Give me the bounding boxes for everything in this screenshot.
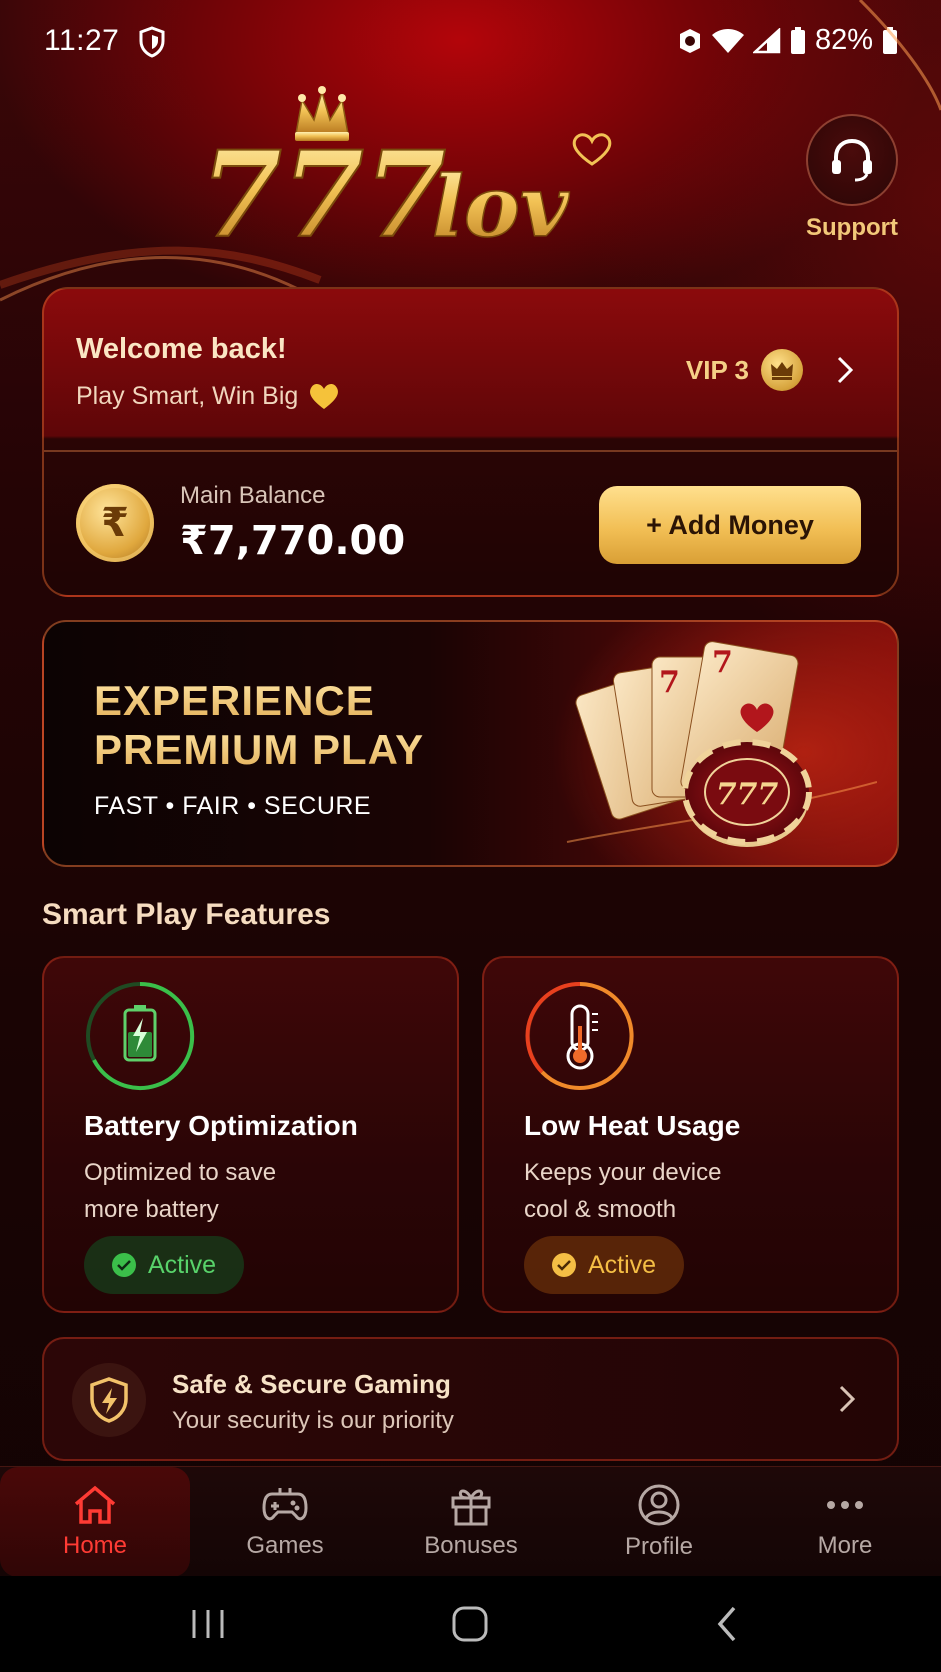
status-label: Active	[147, 1250, 217, 1279]
battery-icon	[86, 981, 195, 1090]
welcome-subtitle: Play Smart, Win Big	[76, 381, 340, 411]
wifi-icon	[711, 28, 744, 53]
vip-crown-icon	[761, 349, 803, 391]
feature-desc-line2: more battery	[84, 1196, 219, 1223]
svg-text:777: 777	[200, 125, 446, 261]
status-icons: 82%	[677, 24, 899, 57]
battery-icon	[883, 26, 897, 54]
nav-label: More	[817, 1532, 873, 1559]
vip-level-button[interactable]: VIP 3	[686, 349, 855, 391]
nav-games[interactable]: Games	[190, 1467, 380, 1577]
profile-icon	[638, 1484, 680, 1526]
nav-label: Profile	[624, 1533, 694, 1560]
nav-label: Bonuses	[424, 1532, 518, 1559]
heart-icon	[572, 133, 612, 166]
welcome-header: Welcome back! Play Smart, Win Big VIP 3	[44, 289, 897, 452]
battery-saver-icon	[790, 26, 805, 54]
vip-label: VIP 3	[685, 354, 749, 385]
add-money-button[interactable]: + Add Money	[599, 486, 861, 564]
support-circle	[806, 114, 898, 206]
svg-text:lov: lov	[432, 157, 570, 256]
banner-headline-line1: EXPERIENCE	[94, 677, 375, 724]
nav-bonuses[interactable]: Bonuses	[376, 1467, 566, 1577]
gift-icon	[451, 1489, 491, 1526]
brand-logo: 777 lov	[200, 86, 612, 261]
system-navigation-bar	[0, 1576, 941, 1672]
status-badge: Active	[84, 1236, 244, 1294]
recents-icon[interactable]	[188, 1606, 228, 1642]
svg-text:7: 7	[712, 645, 733, 680]
feature-desc-line2: cool & smooth	[524, 1196, 677, 1223]
banner-headline-line2: PREMIUM PLAY	[94, 726, 425, 773]
balance-value: ₹7,770.00	[180, 518, 406, 564]
welcome-card: Welcome back! Play Smart, Win Big VIP 3 …	[42, 287, 899, 597]
shield-status-icon	[139, 26, 165, 58]
headset-icon	[832, 138, 872, 182]
status-bar: 11:27 82%	[0, 0, 941, 84]
welcome-subtitle-text: Play Smart, Win Big	[76, 381, 299, 410]
nav-more[interactable]: More	[750, 1467, 940, 1577]
feature-description: Optimized to save more battery	[84, 1154, 384, 1228]
svg-text:7: 7	[659, 665, 680, 700]
bottom-nav: Home Games Bonuses Profile More	[0, 1466, 941, 1577]
signal-icon	[752, 27, 781, 53]
cards-and-chip-illustration: 7 7 777	[566, 641, 877, 847]
chevron-right-icon	[839, 1385, 856, 1413]
vpn-icon	[679, 28, 700, 53]
check-icon	[111, 1253, 136, 1277]
nav-label: Home	[62, 1532, 128, 1559]
balance-label: Main Balance	[180, 482, 326, 509]
shield-icon	[72, 1363, 146, 1437]
feature-desc-line1: Optimized to save	[84, 1159, 277, 1186]
banner-tagline: FAST • FAIR • SECURE	[94, 792, 372, 820]
nav-home[interactable]: Home	[0, 1467, 190, 1577]
feature-title: Low Heat Usage	[524, 1110, 741, 1141]
secure-subtitle: Your security is our priority	[172, 1407, 454, 1434]
feature-card-battery[interactable]: Battery Optimization Optimized to save m…	[42, 956, 459, 1313]
home-icon	[74, 1485, 116, 1524]
section-title: Smart Play Features	[42, 898, 331, 931]
more-icon	[827, 1501, 863, 1509]
home-system-icon[interactable]	[450, 1604, 490, 1644]
battery-percent: 82%	[814, 24, 873, 56]
secure-title: Safe & Secure Gaming	[172, 1369, 451, 1399]
feature-title: Battery Optimization	[84, 1110, 358, 1141]
support-button[interactable]: Support	[800, 114, 904, 242]
secure-gaming-row[interactable]: Safe & Secure Gaming Your security is ou…	[42, 1337, 899, 1461]
heart-icon	[310, 383, 339, 409]
thermometer-icon	[525, 981, 634, 1090]
status-label: Active	[587, 1250, 657, 1279]
back-icon[interactable]	[712, 1604, 742, 1644]
status-badge: Active	[524, 1236, 684, 1294]
rupee-coin-icon: ₹	[76, 484, 154, 562]
welcome-title: Welcome back!	[76, 333, 287, 365]
nav-profile[interactable]: Profile	[564, 1467, 754, 1577]
chevron-right-icon	[837, 356, 854, 384]
nav-label: Games	[246, 1532, 324, 1559]
support-label: Support	[806, 214, 898, 241]
feature-desc-line1: Keeps your device	[524, 1159, 722, 1186]
feature-card-heat[interactable]: Low Heat Usage Keeps your device cool & …	[482, 956, 899, 1313]
feature-description: Keeps your device cool & smooth	[524, 1154, 824, 1228]
casino-chip-icon: 777	[682, 739, 812, 847]
promo-banner[interactable]: EXPERIENCE PREMIUM PLAY FAST • FAIR • SE…	[42, 620, 899, 867]
gamepad-icon	[262, 1488, 308, 1521]
status-time: 11:27	[44, 24, 120, 57]
balance-row: ₹ Main Balance ₹7,770.00 + Add Money	[44, 452, 897, 595]
svg-text:777: 777	[716, 777, 779, 812]
check-icon	[551, 1253, 576, 1277]
